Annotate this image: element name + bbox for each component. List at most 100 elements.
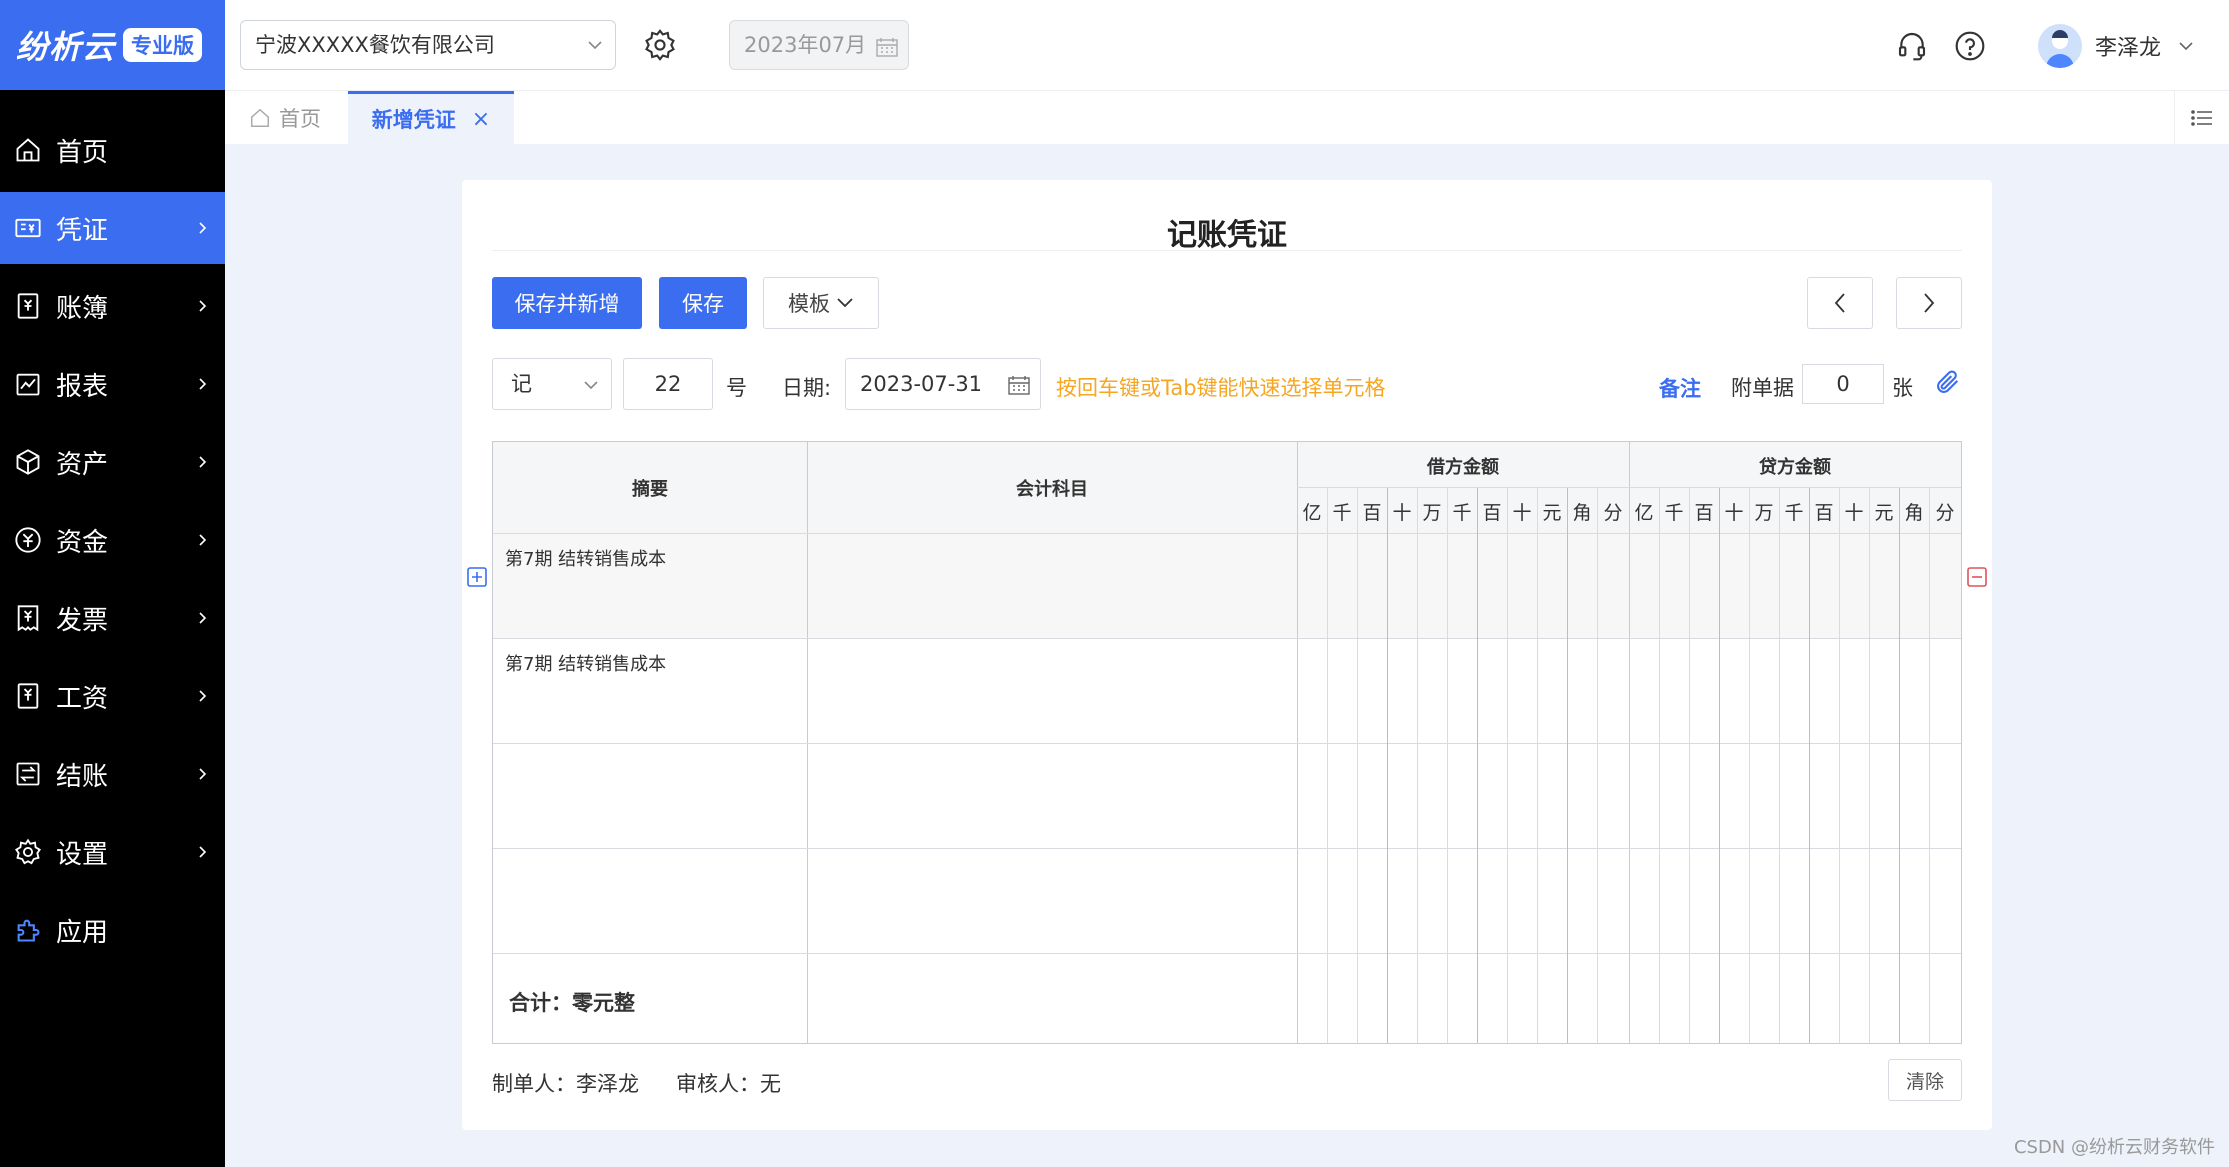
app-icon — [17, 919, 40, 942]
asset-icon — [16, 449, 40, 475]
unit-label: 千 — [1332, 501, 1352, 524]
tab-home[interactable]: 首页 — [249, 91, 321, 144]
tab-bar: 首页 新增凭证 × — [225, 90, 2229, 144]
brand-badge: 专业版 — [123, 28, 203, 62]
chevron-down-icon[interactable] — [2178, 40, 2194, 52]
unit-label: 千 — [1664, 501, 1684, 524]
sidebar: 纷析云 专业版 首页 凭证 账簿 报表 资产 资金 发票 工资 结账 设置 应用 — [0, 0, 225, 1167]
voucher-word-select[interactable]: 记 — [492, 358, 612, 410]
account-cell[interactable] — [808, 848, 1297, 953]
divider — [1387, 488, 1388, 1043]
sidebar-item-asset[interactable]: 资产 — [0, 426, 225, 498]
sidebar-item-app[interactable]: 应用 — [0, 894, 225, 966]
divider — [1749, 488, 1750, 1043]
add-row-icon[interactable] — [467, 567, 487, 587]
sidebar-item-fund[interactable]: 资金 — [0, 504, 225, 576]
headset-icon[interactable] — [1896, 30, 1928, 62]
account-cell[interactable] — [808, 638, 1297, 743]
sidebar-item-label: 首页 — [56, 137, 109, 168]
unit-label: 百 — [1814, 501, 1834, 524]
summary-cell[interactable]: 第7期 结转销售成本 — [493, 533, 807, 638]
period-picker[interactable]: 2023年07月 — [729, 20, 909, 70]
company-select[interactable]: 宁波XXXXX餐饮有限公司 — [240, 20, 616, 70]
unit-label: 万 — [1422, 501, 1442, 524]
chevron-right-icon — [199, 300, 207, 312]
divider — [1779, 488, 1780, 1043]
gear-icon[interactable] — [643, 28, 677, 62]
sidebar-item-voucher[interactable]: 凭证 — [0, 192, 225, 264]
divider — [1477, 488, 1478, 1043]
divider — [1719, 488, 1720, 1043]
summary-cell[interactable]: 第7期 结转销售成本 — [493, 638, 807, 743]
report-icon — [16, 373, 40, 396]
remove-row-icon[interactable] — [1967, 567, 1987, 587]
sidebar-item-label: 应用 — [56, 917, 109, 948]
invoice-icon — [17, 605, 39, 632]
help-icon[interactable] — [1954, 30, 1986, 62]
save-and-new-button[interactable]: 保存并新增 — [492, 277, 642, 329]
account-cell[interactable] — [808, 743, 1297, 848]
chevron-right-icon — [199, 222, 207, 234]
save-button[interactable]: 保存 — [659, 277, 747, 329]
next-voucher-button[interactable] — [1896, 277, 1962, 329]
chevron-right-icon — [199, 612, 207, 624]
sidebar-item-label: 凭证 — [56, 215, 109, 246]
clear-button[interactable]: 清除 — [1888, 1059, 1962, 1101]
watermark: CSDN @纷析云财务软件 — [2013, 1137, 2215, 1158]
unit-label: 百 — [1482, 501, 1502, 524]
date-value: 2023-07-31 — [860, 372, 983, 396]
calendar-icon — [876, 38, 898, 57]
unit-label: 千 — [1452, 501, 1472, 524]
date-input[interactable]: 2023-07-31 — [845, 358, 1041, 410]
divider — [1597, 488, 1598, 1043]
fund-icon — [15, 527, 41, 553]
voucher-table: 摘要 会计科目 借方金额 贷方金额 亿 千 百 十 万 千 百 十 元 角 分 … — [492, 441, 1962, 1044]
voucher-word: 记 — [511, 372, 532, 396]
voucher-number-input[interactable]: 22 — [623, 358, 713, 410]
sidebar-item-salary[interactable]: 工资 — [0, 660, 225, 732]
chevron-right-icon — [1924, 293, 1935, 313]
attachment-count-input[interactable]: 0 — [1802, 364, 1884, 404]
sidebar-item-label: 设置 — [56, 839, 109, 870]
unit-label: 元 — [1542, 501, 1562, 524]
user-name[interactable]: 李泽龙 — [2095, 30, 2161, 62]
divider — [1929, 488, 1930, 1043]
divider — [1297, 487, 1961, 488]
divider — [1869, 488, 1870, 1043]
sidebar-item-label: 结账 — [56, 761, 109, 792]
chevron-right-icon — [199, 846, 207, 858]
chevron-right-icon — [199, 768, 207, 780]
salary-icon — [17, 683, 39, 709]
sidebar-item-closing[interactable]: 结账 — [0, 738, 225, 810]
unit-label: 元 — [1874, 501, 1894, 524]
sidebar-item-home[interactable]: 首页 — [0, 114, 225, 186]
divider — [1839, 488, 1840, 1043]
sidebar-item-report[interactable]: 报表 — [0, 348, 225, 420]
paperclip-icon[interactable] — [1934, 368, 1962, 396]
sidebar-item-settings[interactable]: 设置 — [0, 816, 225, 888]
calendar-icon — [1008, 376, 1030, 395]
unit-label: 分 — [1935, 501, 1955, 524]
col-credit: 贷方金额 — [1759, 457, 1831, 478]
tab-new-voucher[interactable]: 新增凭证 × — [348, 91, 514, 144]
attachment-unit: 张 — [1892, 376, 1913, 400]
attachment-label: 附单据 — [1731, 376, 1794, 400]
tab-label: 新增凭证 — [371, 108, 456, 132]
col-summary: 摘要 — [632, 479, 668, 500]
divider — [1327, 488, 1328, 1043]
divider — [1899, 488, 1900, 1043]
prev-voucher-button[interactable] — [1807, 277, 1873, 329]
sidebar-item-invoice[interactable]: 发票 — [0, 582, 225, 654]
sidebar-item-label: 发票 — [56, 605, 109, 636]
close-icon[interactable]: × — [472, 107, 490, 132]
summary-cell[interactable] — [493, 743, 807, 848]
sidebar-item-ledger[interactable]: 账簿 — [0, 270, 225, 342]
template-button[interactable]: 模板 — [763, 277, 879, 329]
remark-link[interactable]: 备注 — [1659, 373, 1701, 403]
summary-cell[interactable] — [493, 848, 807, 953]
unit-label: 百 — [1362, 501, 1382, 524]
account-cell[interactable] — [808, 533, 1297, 638]
divider — [1357, 488, 1358, 1043]
tab-list-button[interactable] — [2174, 91, 2229, 144]
avatar[interactable] — [2038, 24, 2082, 68]
